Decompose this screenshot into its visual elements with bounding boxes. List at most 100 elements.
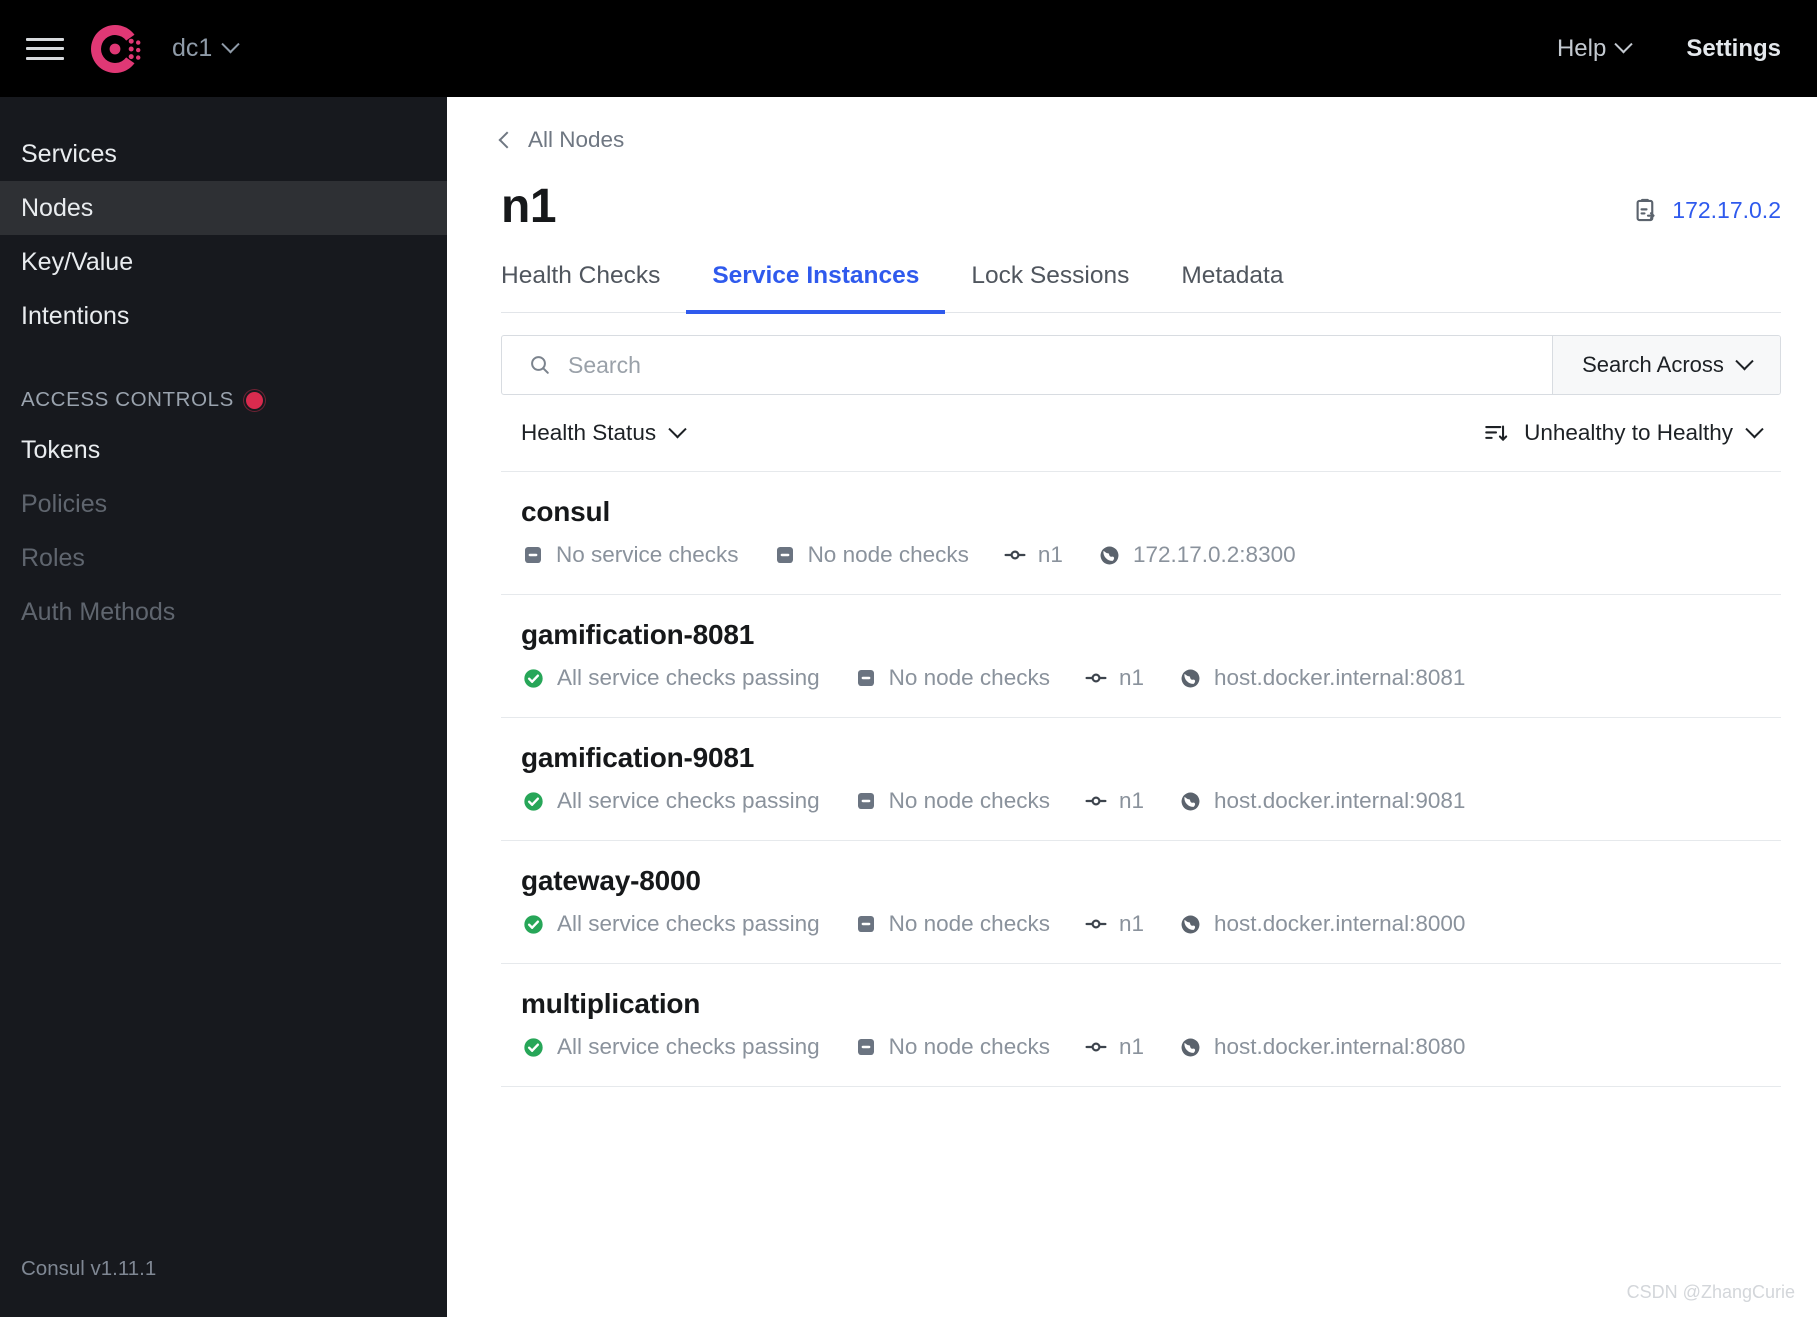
sidebar-navigation: Services Nodes Key/Value Intentions ACCE…	[0, 97, 447, 1317]
node-reference: n1	[1003, 542, 1063, 568]
service-instance-row[interactable]: gamification-8081 All service checks pas…	[501, 595, 1781, 718]
service-check-status: All service checks passing	[521, 911, 820, 937]
tab-metadata[interactable]: Metadata	[1155, 262, 1309, 314]
service-check-status: All service checks passing	[521, 788, 820, 814]
hamburger-menu-icon[interactable]	[26, 34, 64, 64]
globe-icon	[1178, 666, 1203, 691]
service-meta: All service checks passing No node check…	[521, 788, 1761, 814]
sort-order-dropdown[interactable]: Unhealthy to Healthy	[1483, 419, 1764, 446]
page-title: n1	[501, 180, 557, 233]
sort-descending-icon	[1483, 420, 1509, 446]
node-check-status: No node checks	[854, 788, 1050, 814]
node-label: n1	[1118, 1034, 1144, 1059]
globe-icon	[1097, 543, 1122, 568]
sidebar-item-label: Key/Value	[21, 247, 134, 276]
sidebar-item-roles: Roles	[0, 531, 447, 585]
sidebar-item-nodes[interactable]: Nodes	[0, 181, 447, 235]
tab-label: Lock Sessions	[971, 261, 1130, 289]
node-ip-value: 172.17.0.2	[1672, 197, 1781, 223]
chevron-down-icon	[1735, 351, 1754, 370]
check-circle-icon	[521, 912, 546, 937]
sidebar-item-services[interactable]: Services	[0, 127, 447, 181]
node-check-status: No node checks	[854, 1034, 1050, 1060]
chevron-down-icon	[1745, 419, 1764, 438]
node-check-label: No node checks	[888, 665, 1050, 690]
search-field[interactable]	[502, 336, 1552, 394]
check-circle-icon	[521, 789, 546, 814]
node-check-status: No node checks	[854, 665, 1050, 691]
node-reference: n1	[1084, 1034, 1144, 1060]
datacenter-selector[interactable]: dc1	[172, 34, 241, 63]
minus-square-icon	[854, 1035, 878, 1059]
service-meta: All service checks passing No node check…	[521, 1034, 1761, 1060]
copy-to-clipboard-icon	[1632, 197, 1659, 224]
health-status-label: Health Status	[521, 420, 657, 445]
sidebar-item-tokens[interactable]: Tokens	[0, 423, 447, 477]
tab-service-instances[interactable]: Service Instances	[686, 261, 946, 314]
service-address-label: host.docker.internal:8000	[1214, 911, 1466, 936]
node-label: n1	[1118, 788, 1144, 813]
node-reference: n1	[1084, 911, 1144, 937]
node-ip-copy-button[interactable]: 172.17.0.2	[1632, 197, 1781, 234]
service-address-label: host.docker.internal:8080	[1214, 1034, 1466, 1059]
globe-icon	[1178, 1035, 1203, 1060]
search-across-label: Search Across	[1582, 352, 1724, 377]
sidebar-item-label: Roles	[21, 543, 85, 572]
app-body: Services Nodes Key/Value Intentions ACCE…	[0, 97, 1817, 1317]
service-instance-row[interactable]: multiplication All service checks passin…	[501, 964, 1781, 1087]
node-icon	[1003, 543, 1027, 567]
chevron-down-icon	[668, 419, 687, 438]
node-check-status: No node checks	[854, 911, 1050, 937]
node-check-label: No node checks	[888, 911, 1050, 936]
node-icon	[1084, 789, 1108, 813]
settings-link[interactable]: Settings	[1686, 35, 1781, 63]
check-circle-icon	[521, 1035, 546, 1060]
node-check-label: No node checks	[888, 788, 1050, 813]
chevron-down-icon	[221, 35, 241, 54]
minus-square-icon	[854, 789, 878, 813]
settings-label: Settings	[1686, 34, 1781, 62]
service-instance-row[interactable]: consul No service checks No node checks …	[501, 472, 1781, 595]
node-icon	[1084, 666, 1108, 690]
health-status-filter[interactable]: Health Status	[521, 419, 687, 446]
service-check-label: All service checks passing	[557, 788, 820, 813]
service-check-label: All service checks passing	[557, 665, 820, 690]
tab-label: Service Instances	[712, 261, 920, 289]
consul-version: Consul v1.11.1	[21, 1257, 157, 1280]
red-dot-icon	[245, 391, 263, 409]
service-check-label: All service checks passing	[557, 1034, 820, 1059]
search-icon	[528, 353, 552, 377]
tab-bar: Health Checks Service Instances Lock Ses…	[501, 260, 1781, 314]
service-check-status: All service checks passing	[521, 665, 820, 691]
service-check-label: All service checks passing	[557, 911, 820, 936]
globe-icon	[1178, 789, 1203, 814]
node-label: n1	[1118, 911, 1144, 936]
sidebar-item-label: Auth Methods	[21, 597, 176, 626]
top-navigation-bar: dc1 Help Settings	[0, 0, 1817, 97]
search-input[interactable]	[568, 351, 1526, 379]
chevron-left-icon	[498, 131, 516, 149]
service-meta: All service checks passing No node check…	[521, 665, 1761, 691]
sidebar-item-key-value[interactable]: Key/Value	[0, 235, 447, 289]
breadcrumb-all-nodes[interactable]: All Nodes	[498, 127, 1781, 153]
service-instance-row[interactable]: gamification-9081 All service checks pas…	[501, 718, 1781, 841]
sidebar-item-label: Intentions	[21, 301, 130, 330]
help-menu[interactable]: Help	[1557, 35, 1634, 63]
tab-lock-sessions[interactable]: Lock Sessions	[945, 262, 1155, 314]
search-across-dropdown[interactable]: Search Across	[1552, 336, 1780, 394]
service-address: host.docker.internal:8000	[1178, 911, 1465, 937]
sidebar-item-intentions[interactable]: Intentions	[0, 289, 447, 343]
minus-square-icon	[521, 543, 545, 567]
chevron-down-icon	[1614, 35, 1634, 54]
consul-logo-icon[interactable]	[86, 20, 144, 78]
tab-health-checks[interactable]: Health Checks	[501, 262, 686, 314]
service-address-label: 172.17.0.2:8300	[1132, 542, 1296, 567]
sort-order-label: Unhealthy to Healthy	[1524, 420, 1733, 445]
service-instance-row[interactable]: gateway-8000 All service checks passing	[501, 841, 1781, 964]
sidebar-item-label: Tokens	[21, 435, 101, 464]
sidebar-item-label: Services	[21, 139, 117, 168]
service-check-label: No service checks	[556, 542, 739, 567]
node-label: n1	[1118, 665, 1144, 690]
main-content: All Nodes n1 172.17.0.2 Health Checks Se…	[447, 97, 1817, 1317]
